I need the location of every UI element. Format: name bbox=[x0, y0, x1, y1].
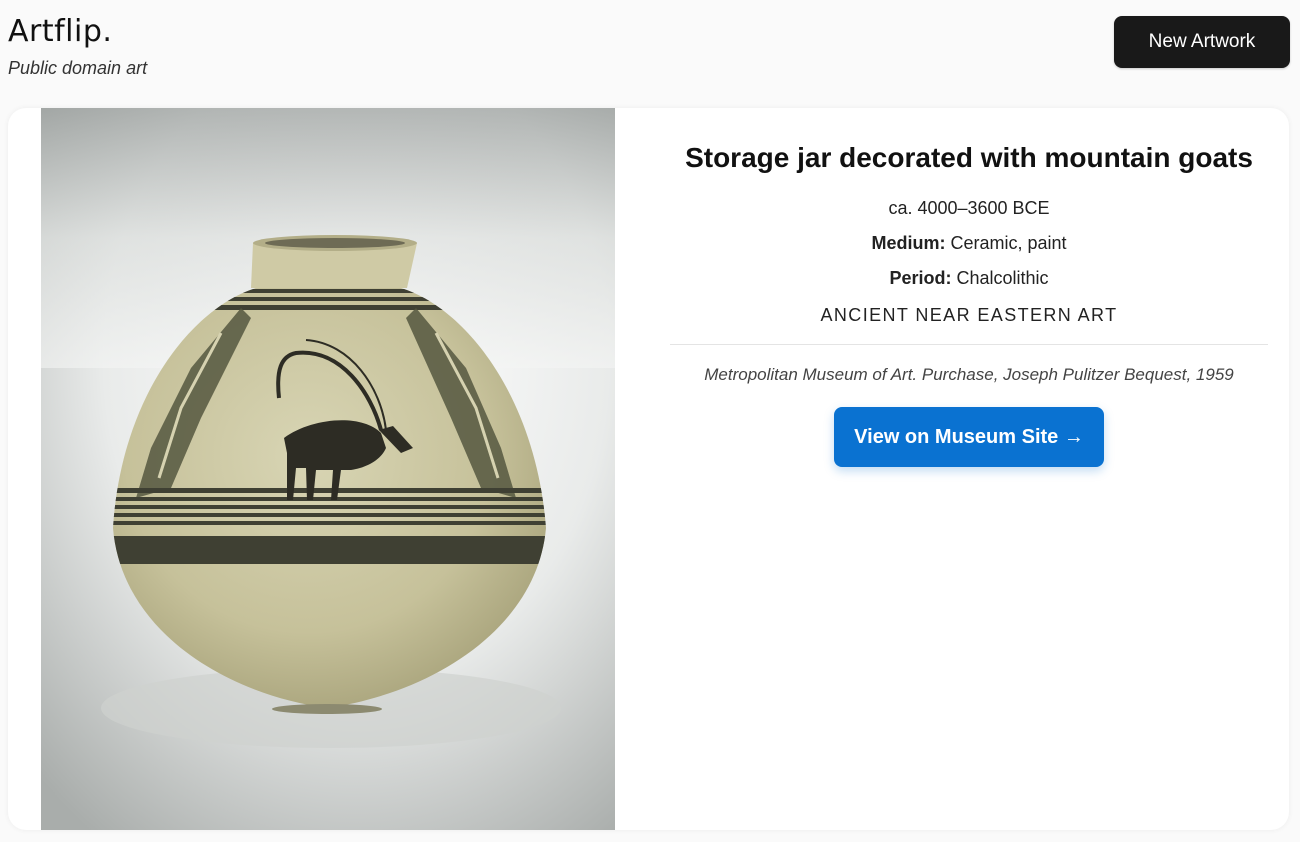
artwork-title: Storage jar decorated with mountain goat… bbox=[685, 142, 1253, 173]
period-label: Period: bbox=[889, 268, 952, 288]
period-value: Chalcolithic bbox=[956, 268, 1049, 288]
artwork-date: ca. 4000–3600 BCE bbox=[888, 198, 1050, 218]
artwork-image bbox=[41, 108, 615, 830]
artwork-info: Storage jar decorated with mountain goat… bbox=[670, 108, 1268, 467]
department: ANCIENT NEAR EASTERN ART bbox=[820, 305, 1118, 325]
app-tagline: Public domain art bbox=[8, 58, 148, 78]
app-logo[interactable]: Artflip. bbox=[8, 14, 147, 50]
new-artwork-button[interactable]: New Artwork bbox=[1114, 16, 1290, 68]
medium-row: Medium: Ceramic, paint bbox=[670, 233, 1268, 254]
period-row: Period: Chalcolithic bbox=[670, 268, 1268, 289]
divider bbox=[670, 344, 1268, 345]
medium-label: Medium: bbox=[871, 233, 946, 253]
artwork-card: Storage jar decorated with mountain goat… bbox=[8, 108, 1289, 830]
view-on-museum-site-button[interactable]: View on Museum Site → bbox=[834, 407, 1104, 467]
credit-line: Metropolitan Museum of Art. Purchase, Jo… bbox=[704, 365, 1234, 384]
brand: Artflip. Public domain art bbox=[8, 14, 147, 79]
medium-value: Ceramic, paint bbox=[950, 233, 1067, 253]
